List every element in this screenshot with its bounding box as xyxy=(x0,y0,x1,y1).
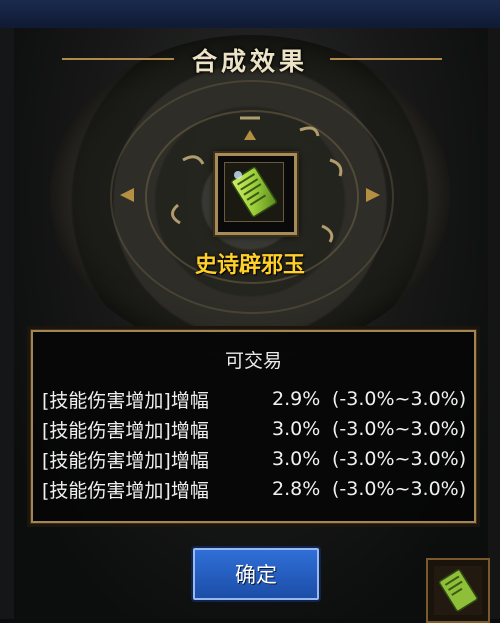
stat-name: [技能伤害增加]增幅 xyxy=(42,389,209,412)
tradeable-label: 可交易 xyxy=(224,350,282,372)
confirm-button[interactable]: 确定 xyxy=(193,548,319,600)
stat-name: [技能伤害增加]增幅 xyxy=(42,449,209,472)
stat-value: 2.9% xyxy=(272,388,321,410)
stat-row: [技能伤害增加]增幅 3.0% (-3.0%~3.0%) xyxy=(42,444,470,474)
stat-row: [技能伤害增加]增幅 3.0% (-3.0%~3.0%) xyxy=(42,414,470,444)
result-item-slot[interactable] xyxy=(215,153,297,235)
stat-range: (-3.0%~3.0%) xyxy=(332,388,467,410)
item-slot-inner xyxy=(224,162,284,222)
side-item-slot-inner xyxy=(434,566,482,615)
item-name: 史诗辟邪玉 xyxy=(194,253,305,278)
stat-row: [技能伤害增加]增幅 2.8% (-3.0%~3.0%) xyxy=(42,474,470,504)
stat-name: [技能伤害增加]增幅 xyxy=(42,419,209,442)
panel-title: 合成效果 xyxy=(191,47,308,76)
side-item-slot[interactable] xyxy=(426,558,490,623)
stat-range: (-3.0%~3.0%) xyxy=(332,448,467,470)
stat-range: (-3.0%~3.0%) xyxy=(332,478,467,500)
item-info-box: 可交易 [技能伤害增加]增幅 2.9% (-3.0%~3.0%) [技能伤害增加… xyxy=(31,330,476,523)
stat-name: [技能伤害增加]增幅 xyxy=(42,479,209,502)
stat-range: (-3.0%~3.0%) xyxy=(332,418,467,440)
title-divider-right xyxy=(330,58,442,60)
jade-amulet-card-icon xyxy=(438,569,478,612)
disc-ornament xyxy=(120,116,380,243)
stat-row: [技能伤害增加]增幅 2.9% (-3.0%~3.0%) xyxy=(42,384,470,414)
stat-value: 2.8% xyxy=(272,478,321,500)
title-divider-left xyxy=(62,58,174,60)
stat-list: [技能伤害增加]增幅 2.9% (-3.0%~3.0%) [技能伤害增加]增幅 … xyxy=(42,384,470,504)
stat-value: 3.0% xyxy=(272,418,321,440)
jade-amulet-card-icon xyxy=(225,163,283,221)
stat-value: 3.0% xyxy=(272,448,321,470)
